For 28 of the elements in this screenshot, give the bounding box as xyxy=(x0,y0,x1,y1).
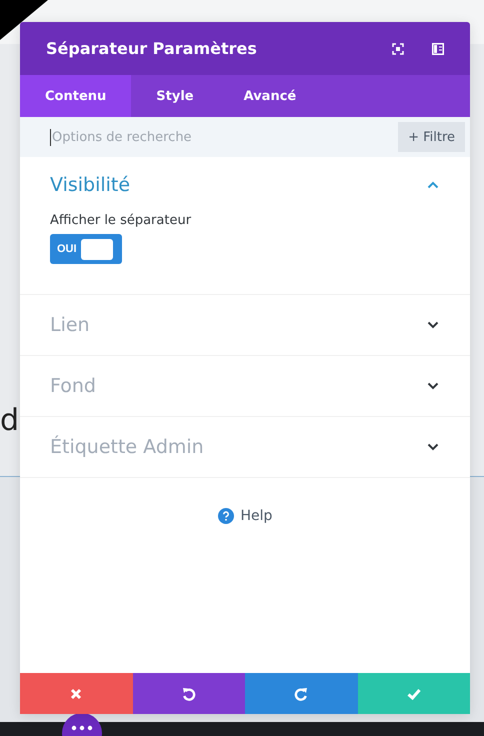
expand-icon[interactable] xyxy=(392,42,404,54)
dots-icon xyxy=(71,725,93,731)
redo-icon xyxy=(294,686,308,700)
section-title: Visibilité xyxy=(50,174,130,196)
toggle-switch[interactable]: OUI xyxy=(50,234,122,264)
close-icon xyxy=(70,688,82,700)
help-icon[interactable] xyxy=(218,508,234,524)
section-title: Lien xyxy=(50,314,90,336)
chevron-down-icon xyxy=(427,382,439,390)
chevron-up-icon xyxy=(427,181,439,189)
filter-button[interactable]: + Filtre xyxy=(398,122,465,152)
chevron-down-icon xyxy=(427,321,439,329)
corner-triangle-icon xyxy=(0,0,48,40)
section-title: Fond xyxy=(50,375,96,397)
setting-label: Afficher le séparateur xyxy=(50,213,192,228)
page-text: d xyxy=(0,406,20,436)
search-field[interactable]: Options de recherche xyxy=(50,128,304,146)
chevron-down-icon xyxy=(427,443,439,451)
tab[interactable]: Contenu xyxy=(20,75,132,117)
checkmark-icon xyxy=(406,688,421,700)
tab[interactable]: Avancé xyxy=(218,75,322,117)
section-header[interactable]: Visibilité xyxy=(50,157,440,213)
help-link[interactable]: Help xyxy=(240,508,272,524)
tab[interactable]: Style xyxy=(131,75,219,117)
sidebar-icon[interactable] xyxy=(432,42,444,54)
window-title: Séparateur Paramètres xyxy=(46,39,257,58)
section-title: Étiquette Admin xyxy=(50,436,204,458)
undo-icon xyxy=(182,686,196,700)
